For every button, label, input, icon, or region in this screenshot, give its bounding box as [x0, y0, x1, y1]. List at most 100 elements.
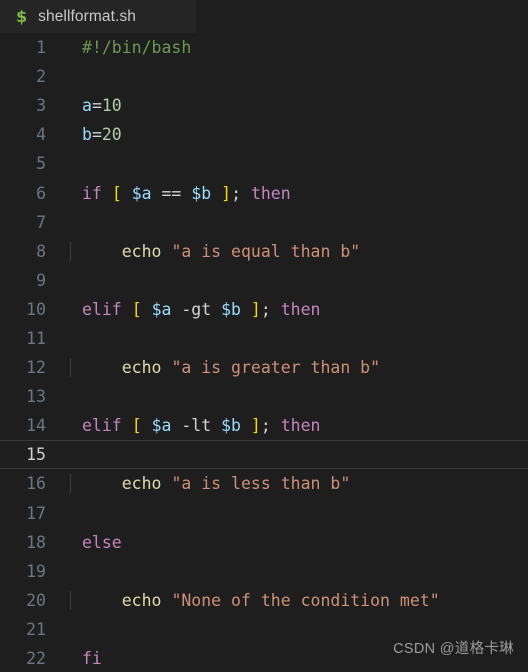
code-line-content[interactable]: echo "None of the condition met" — [62, 590, 528, 610]
line-number[interactable]: 7 — [0, 213, 62, 232]
line-number[interactable]: 16 — [0, 474, 62, 493]
editor-line[interactable]: 18 else — [0, 528, 528, 557]
code-token: ] — [250, 416, 261, 436]
code-line-content[interactable]: elif [ $a -gt $b ]; then — [62, 300, 528, 319]
code-token: echo — [121, 590, 162, 610]
code-token: 10 — [101, 96, 122, 116]
code-token: 20 — [101, 125, 122, 145]
code-editor[interactable]: 1 #!/bin/bash 2 3 a=10 4 b=20 5 6 if [ $a == $b ]… — [0, 33, 528, 672]
editor-line[interactable]: 13 — [0, 382, 528, 411]
code-token: = — [91, 125, 102, 145]
code-token: "a is greater than b" — [171, 358, 381, 378]
editor-line[interactable]: 5 — [0, 149, 528, 178]
editor-line[interactable]: 6 if [ $a == $b ]; then — [0, 178, 528, 207]
line-number[interactable]: 13 — [0, 387, 62, 406]
line-number[interactable]: 5 — [0, 154, 62, 173]
line-number[interactable]: 1 — [0, 38, 62, 57]
editor-line[interactable]: 8 echo "a is equal than b" — [0, 237, 528, 266]
editor-line[interactable]: 22 fi — [0, 644, 528, 672]
code-line-content[interactable]: echo "a is less than b" — [62, 474, 528, 494]
code-token: $a — [151, 299, 172, 319]
code-token: b — [82, 125, 92, 145]
editor-line[interactable]: 19 — [0, 557, 528, 586]
code-token: ; — [231, 183, 251, 203]
line-number[interactable]: 11 — [0, 329, 62, 348]
tab-contents[interactable]: $ shellformat.sh — [0, 0, 136, 33]
code-line-content[interactable]: elif [ $a -lt $b ]; then — [62, 416, 528, 435]
dollar-shell-icon: $ — [16, 6, 28, 26]
line-number[interactable]: 14 — [0, 416, 62, 435]
editor-line[interactable]: 11 — [0, 324, 528, 353]
code-token: $a — [151, 416, 172, 436]
code-token: $b — [191, 183, 212, 203]
editor-line[interactable]: 12 echo "a is greater than b" — [0, 353, 528, 382]
editor-line[interactable]: 4 b=20 — [0, 120, 528, 149]
code-line-content[interactable]: if [ $a == $b ]; then — [62, 184, 528, 203]
code-token: ; — [260, 299, 281, 319]
line-number[interactable]: 15 — [0, 445, 62, 464]
code-line-content[interactable]: echo "a is equal than b" — [62, 241, 528, 261]
code-token: a — [82, 96, 92, 116]
code-token: echo — [121, 474, 162, 494]
code-token: ] — [250, 299, 261, 319]
line-number[interactable]: 3 — [0, 96, 62, 115]
code-token: echo — [121, 241, 162, 261]
line-number[interactable]: 20 — [0, 591, 62, 610]
code-token: [ — [131, 416, 142, 436]
editor-title-bar: $ shellformat.sh — [0, 0, 528, 33]
line-number[interactable]: 17 — [0, 504, 62, 523]
code-token: $a — [131, 183, 152, 203]
line-number[interactable]: 21 — [0, 620, 62, 639]
code-line-content[interactable]: #!/bin/bash — [62, 38, 528, 57]
line-number[interactable]: 6 — [0, 184, 62, 203]
editor-line[interactable]: 2 — [0, 62, 528, 91]
code-token: echo — [121, 358, 162, 378]
code-line-content[interactable]: echo "a is greater than b" — [62, 358, 528, 378]
editor-line[interactable]: 1 #!/bin/bash — [0, 33, 528, 62]
editor-line[interactable]: 17 — [0, 499, 528, 528]
editor-line[interactable]: 16 echo "a is less than b" — [0, 469, 528, 498]
editor-line[interactable]: 10 elif [ $a -gt $b ]; then — [0, 295, 528, 324]
code-token: ; — [260, 416, 281, 436]
code-line-content[interactable]: else — [62, 533, 528, 552]
code-token: else — [82, 532, 122, 552]
code-line-content[interactable]: a=10 — [62, 96, 528, 115]
line-number[interactable]: 19 — [0, 562, 62, 581]
line-number[interactable]: 22 — [0, 649, 62, 668]
editor-line[interactable]: 21 — [0, 615, 528, 644]
code-token: = — [91, 96, 102, 116]
line-number[interactable]: 12 — [0, 358, 62, 377]
editor-line[interactable]: 9 — [0, 266, 528, 295]
code-token: ] — [221, 183, 232, 203]
code-token: [ — [111, 183, 122, 203]
code-token: [ — [131, 299, 142, 319]
line-number[interactable]: 9 — [0, 271, 62, 290]
line-number[interactable]: 8 — [0, 242, 62, 261]
editor-line-active[interactable]: 15 — [0, 440, 528, 470]
code-line-content[interactable]: b=20 — [62, 125, 528, 144]
line-number[interactable]: 4 — [0, 125, 62, 144]
editor-line[interactable]: 14 elif [ $a -lt $b ]; then — [0, 411, 528, 440]
code-line-content[interactable]: fi — [62, 649, 528, 668]
line-number[interactable]: 2 — [0, 67, 62, 86]
line-number[interactable]: 10 — [0, 300, 62, 319]
code-token: elif — [82, 416, 122, 436]
editor-line[interactable]: 7 — [0, 208, 528, 237]
line-number[interactable]: 18 — [0, 533, 62, 552]
editor-line[interactable]: 3 a=10 — [0, 91, 528, 120]
editor-line[interactable]: 20 echo "None of the condition met" — [0, 586, 528, 615]
